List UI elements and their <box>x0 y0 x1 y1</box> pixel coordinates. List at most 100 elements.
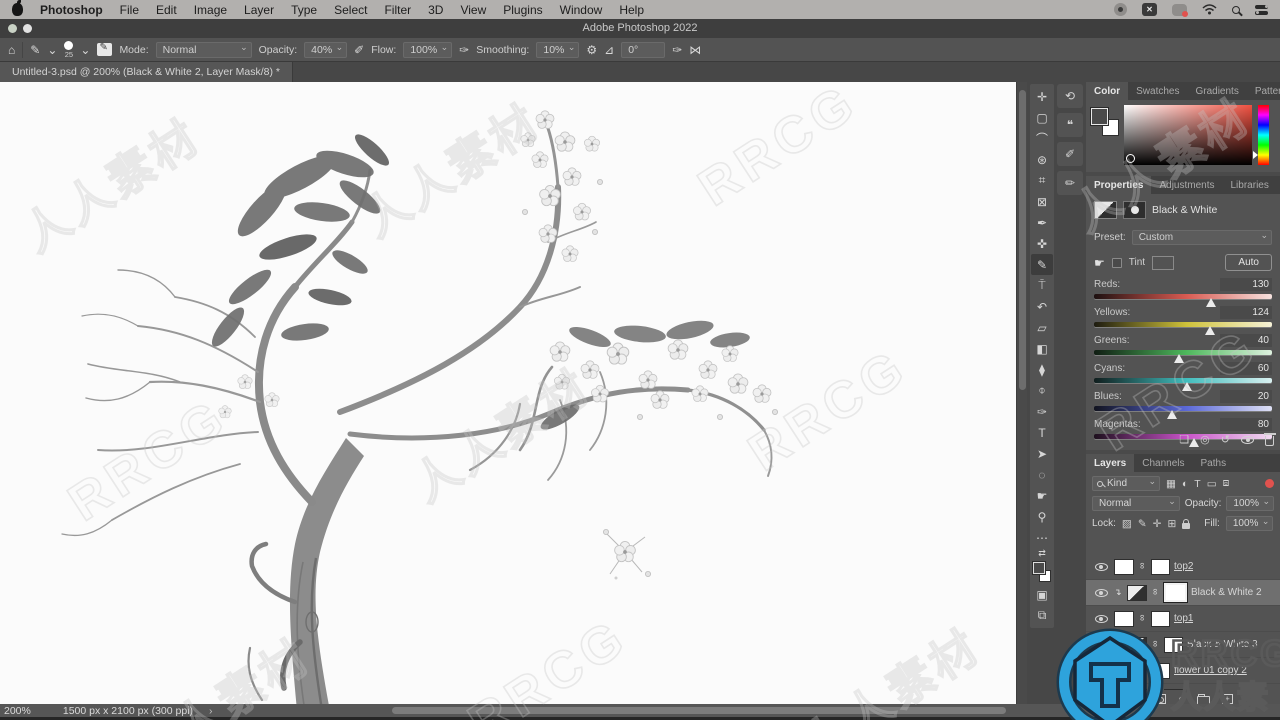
clip-to-layer-icon[interactable]: ❏ <box>1179 433 1189 446</box>
marquee-tool[interactable]: ▢ <box>1031 107 1053 128</box>
slider-track[interactable] <box>1094 294 1272 299</box>
lock-pixels-icon[interactable]: ✎ <box>1138 518 1147 530</box>
tab-properties[interactable]: Properties <box>1086 176 1152 194</box>
layer-visibility-icon[interactable] <box>1094 614 1108 623</box>
input-source-icon[interactable]: ✕ <box>1142 3 1157 16</box>
tab-gradients[interactable]: Gradients <box>1187 82 1246 100</box>
filter-pixel-layers-icon[interactable]: ▦ <box>1166 478 1176 490</box>
zoom-level[interactable]: 200% <box>0 705 31 717</box>
layer-blend-mode-select[interactable]: Normal <box>1092 496 1180 511</box>
tint-checkbox[interactable] <box>1111 257 1122 268</box>
menu-layer[interactable]: Layer <box>244 3 274 17</box>
document-tab[interactable]: Untitled-3.psd @ 200% (Black & White 2, … <box>0 62 294 82</box>
slider-value[interactable]: 130 <box>1220 278 1272 291</box>
layer-row-top1[interactable]: ∞ top1 <box>1086 606 1280 632</box>
screen-mode-button[interactable]: ⧉ <box>1031 605 1053 626</box>
lasso-tool[interactable]: ⌒ <box>1031 128 1053 149</box>
crop-tool[interactable]: ⌗ <box>1031 170 1053 191</box>
tint-color-swatch[interactable] <box>1152 255 1175 270</box>
canvas[interactable] <box>0 82 1016 704</box>
layer-fill-select[interactable]: 100% <box>1225 516 1274 531</box>
layer-name[interactable]: top1 <box>1174 613 1193 624</box>
color-picker-field[interactable] <box>1124 105 1252 165</box>
home-icon[interactable]: ⌂ <box>8 43 15 57</box>
swap-colors-icon[interactable]: ⇄ <box>1038 548 1046 560</box>
layer-mask-thumbnail-selected[interactable] <box>1163 582 1188 603</box>
move-tool[interactable]: ✛ <box>1031 86 1053 107</box>
mask-link-icon[interactable]: ∞ <box>1151 640 1161 649</box>
layer-visibility-icon[interactable] <box>1094 640 1108 649</box>
menu-window[interactable]: Window <box>560 3 603 17</box>
brush-size-preview[interactable]: 25 <box>64 40 74 59</box>
slider-value[interactable]: 40 <box>1220 334 1272 347</box>
layer-name[interactable]: Black & White 2 <box>1191 587 1262 598</box>
filter-smart-objects-icon[interactable]: ⧈ <box>1223 477 1230 490</box>
auto-button[interactable]: Auto <box>1225 254 1272 271</box>
layer-name[interactable]: flower 01 copy 2 <box>1174 665 1247 676</box>
airbrush-icon[interactable]: ✑ <box>459 43 469 57</box>
control-center-icon[interactable] <box>1255 4 1268 15</box>
add-layer-mask-icon[interactable] <box>1153 694 1167 704</box>
slider-value[interactable]: 60 <box>1220 362 1272 375</box>
mask-link-icon[interactable]: ∞ <box>1138 614 1148 623</box>
view-previous-state-icon[interactable]: ◎ <box>1200 433 1210 446</box>
eraser-tool[interactable]: ▱ <box>1031 317 1053 338</box>
mask-link-icon[interactable]: ∞ <box>1151 588 1161 597</box>
slider-track[interactable] <box>1094 406 1272 411</box>
tab-adjustments[interactable]: Adjustments <box>1151 176 1222 194</box>
tab-libraries[interactable]: Libraries <box>1223 176 1277 194</box>
adjustment-layer-thumbnail[interactable] <box>1127 584 1147 601</box>
object-selection-tool[interactable]: ⊛ <box>1031 149 1053 170</box>
menu-edit[interactable]: Edit <box>156 3 177 17</box>
healing-brush-tool[interactable]: ✜ <box>1031 233 1053 254</box>
layer-filter-select[interactable]: Kind <box>1092 476 1160 491</box>
lock-artboard-icon[interactable]: ⊞ <box>1167 518 1176 530</box>
mask-link-icon[interactable]: ∞ <box>1138 666 1148 675</box>
foreground-background-swatches[interactable] <box>1032 561 1052 582</box>
brush-angle-input[interactable]: 0° <box>621 41 666 58</box>
spotlight-search-icon[interactable] <box>1232 5 1240 14</box>
layer-name[interactable]: Black & White 3 <box>1187 639 1258 650</box>
targeted-adjustment-icon[interactable]: ☛ <box>1094 256 1105 270</box>
tab-patterns[interactable]: Patterns <box>1247 82 1280 100</box>
menu-help[interactable]: Help <box>619 3 644 17</box>
layer-visibility-icon[interactable] <box>1094 666 1108 675</box>
layer-filter-toggle[interactable] <box>1265 479 1274 488</box>
layer-name[interactable]: top2 <box>1174 561 1193 572</box>
pressure-opacity-icon[interactable]: ✐ <box>354 43 364 57</box>
opacity-select[interactable]: 40% <box>304 41 348 58</box>
pen-tool[interactable]: ✑ <box>1031 401 1053 422</box>
layer-mask-icon[interactable] <box>1123 201 1146 219</box>
menu-photoshop[interactable]: Photoshop <box>40 3 103 17</box>
layer-visibility-icon[interactable] <box>1094 588 1108 597</box>
layer-thumbnail[interactable] <box>1114 662 1134 679</box>
layer-mask-thumbnail[interactable] <box>1151 662 1170 679</box>
menu-filter[interactable]: Filter <box>384 3 411 17</box>
flow-select[interactable]: 100% <box>403 41 453 58</box>
menu-3d[interactable]: 3D <box>428 3 443 17</box>
smoothing-select[interactable]: 10% <box>536 41 580 58</box>
adjustment-layer-thumbnail[interactable] <box>1127 636 1147 653</box>
tab-swatches[interactable]: Swatches <box>1128 82 1187 100</box>
new-layer-icon[interactable]: + <box>1221 694 1233 704</box>
slider-greens[interactable]: Greens: 40 <box>1094 334 1272 363</box>
dodge-tool[interactable]: ⌽ <box>1031 380 1053 401</box>
brushes-panel-icon[interactable]: ✏ <box>1057 171 1083 195</box>
hand-tool[interactable]: ☛ <box>1031 485 1053 506</box>
slider-track[interactable] <box>1094 322 1272 327</box>
pressure-size-icon[interactable]: ✑ <box>672 43 682 57</box>
symmetry-icon[interactable]: ⋈ <box>689 43 701 57</box>
path-selection-tool[interactable]: ➤ <box>1031 443 1053 464</box>
layer-row-flower-01-copy-2[interactable]: ∞ flower 01 copy 2 <box>1086 658 1280 684</box>
menu-plugins[interactable]: Plugins <box>503 3 542 17</box>
filter-type-layers-icon[interactable]: T <box>1194 478 1200 490</box>
quick-mask-button[interactable]: ▣ <box>1031 584 1053 605</box>
preset-select[interactable]: Custom <box>1131 230 1272 245</box>
brush-preset-icon[interactable]: ✎ <box>30 43 40 57</box>
smoothing-gear-icon[interactable]: ⚙ <box>586 43 597 57</box>
tab-color[interactable]: Color <box>1086 82 1129 100</box>
edit-toolbar-icon[interactable]: ⋯ <box>1031 527 1053 548</box>
vertical-scroll-thumb[interactable] <box>1019 90 1026 390</box>
tab-channels[interactable]: Channels <box>1134 454 1192 472</box>
lock-position-icon[interactable]: ✛ <box>1153 518 1162 530</box>
